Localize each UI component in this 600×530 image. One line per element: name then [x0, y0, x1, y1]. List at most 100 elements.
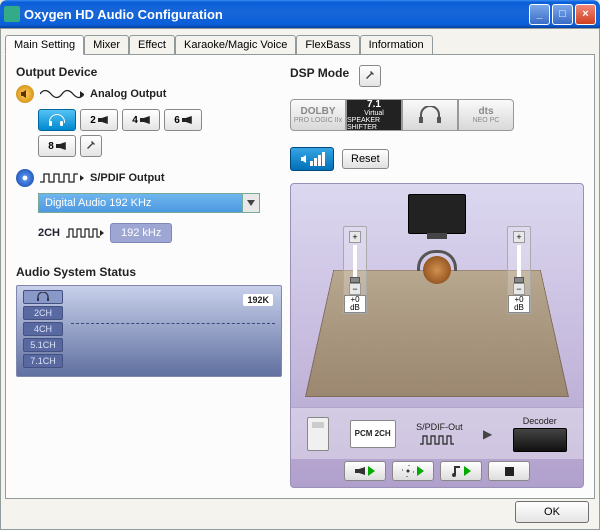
channel-button-row-2: 8 [38, 135, 282, 157]
left-column: Output Device Analog Output 2 4 6 8 [16, 65, 282, 488]
audio-status-section: Audio System Status 2CH 4CH 5.1CH 7.1CH … [16, 265, 282, 377]
minimize-button[interactable]: _ [529, 4, 550, 25]
spdif-select[interactable]: Digital Audio 192 KHz [38, 193, 260, 213]
chain-spdif-out: S/PDIF-Out [416, 422, 463, 446]
status-left-labels: 2CH 4CH 5.1CH 7.1CH [23, 290, 63, 372]
channel-8-button[interactable]: 8 [38, 135, 76, 157]
headphones-icon [418, 106, 442, 124]
chain-pcm: PCM 2CH [350, 420, 396, 448]
app-icon [4, 6, 20, 22]
hammer-icon [85, 140, 97, 152]
plus-icon[interactable]: + [349, 231, 361, 243]
reset-button[interactable]: Reset [342, 149, 389, 169]
right-channel-slider[interactable]: + − +0dB [507, 226, 531, 314]
ok-button[interactable]: OK [515, 501, 589, 523]
channel-6-button[interactable]: 6 [164, 109, 202, 131]
analog-settings-button[interactable] [80, 135, 102, 157]
slider-track[interactable] [517, 245, 521, 281]
output-device-section: Output Device Analog Output 2 4 6 8 [16, 65, 282, 243]
spdif-channel-badge: 2CH [38, 227, 60, 239]
dsp-settings-button[interactable] [359, 65, 381, 87]
play-icon [464, 466, 471, 476]
stop-icon [505, 467, 514, 476]
square-wave-icon [420, 434, 458, 446]
optical-round-icon [16, 169, 34, 187]
analog-output-row: Analog Output [16, 85, 282, 103]
status-rate-badge: 192K [243, 294, 273, 306]
headphones-icon [49, 114, 65, 126]
audio-status-panel: 2CH 4CH 5.1CH 7.1CH 192K [16, 285, 282, 377]
volume-bars-icon [310, 152, 325, 166]
dsp-title: DSP Mode [290, 66, 349, 80]
play-icon [368, 466, 375, 476]
speaker-icon [355, 467, 365, 475]
left-channel-slider[interactable]: + − +0dB [343, 226, 367, 314]
hammer-icon [364, 70, 376, 82]
tab-flexbass[interactable]: FlexBass [296, 35, 359, 54]
square-wave-icon [40, 171, 84, 185]
spdif-select-value: Digital Audio 192 KHz [38, 193, 242, 213]
slider-thumb[interactable] [350, 277, 360, 283]
maximize-button[interactable]: □ [552, 4, 573, 25]
decoder-label: Decoder [523, 416, 557, 426]
master-volume-button[interactable] [290, 147, 334, 171]
status-dash-line [71, 323, 275, 324]
tab-effect[interactable]: Effect [129, 35, 175, 54]
minus-icon[interactable]: − [349, 283, 361, 295]
spdif-out-label: S/PDIF-Out [416, 422, 463, 432]
square-wave-icon [66, 227, 104, 239]
stop-button[interactable] [488, 461, 530, 481]
slider-track[interactable] [353, 245, 357, 281]
dsp-dts-button[interactable]: dtsNEO PC [458, 99, 514, 131]
dsp-header: DSP Mode [290, 65, 584, 87]
dsp-headphone-button[interactable] [402, 99, 458, 131]
play-surround-button[interactable] [392, 461, 434, 481]
status-headphones-chip [23, 290, 63, 304]
play-music-button[interactable] [440, 461, 482, 481]
playback-controls-row [291, 459, 583, 487]
footer-row: OK [515, 501, 589, 523]
window-title: Oxygen HD Audio Configuration [24, 7, 527, 22]
speaker-icon [182, 116, 192, 124]
status-51ch-chip: 5.1CH [23, 338, 63, 352]
music-note-icon [451, 465, 461, 477]
minus-icon[interactable]: − [513, 283, 525, 295]
play-speakers-button[interactable] [344, 461, 386, 481]
analog-output-label: Analog Output [90, 88, 166, 100]
channel-2-button[interactable]: 2 [80, 109, 118, 131]
dsp-71-virtual-button[interactable]: 7.1VirtualSPEAKER SHIFTER [346, 99, 402, 131]
channel-button-row: 2 4 6 [38, 109, 282, 131]
tab-information[interactable]: Information [360, 35, 433, 54]
close-button[interactable]: × [575, 4, 596, 25]
status-4ch-chip: 4CH [23, 322, 63, 336]
channel-headphones-button[interactable] [38, 109, 76, 131]
reset-row: Reset [290, 147, 584, 171]
tab-karaoke[interactable]: Karaoke/Magic Voice [175, 35, 296, 54]
surround-icon [402, 465, 414, 477]
monitor-icon[interactable] [408, 194, 466, 234]
room-stage: + − +0dB + − +0dB [291, 184, 583, 407]
chevron-down-icon [247, 200, 255, 206]
slider-thumb[interactable] [514, 277, 524, 283]
pcm-box: PCM 2CH [350, 420, 396, 448]
spdif-output-row: S/PDIF Output [16, 169, 282, 187]
spdif-dropdown-button[interactable] [242, 193, 260, 213]
plus-icon[interactable]: + [513, 231, 525, 243]
spdif-info-row: 2CH 192 kHz [38, 223, 282, 243]
spdif-rate-pill: 192 kHz [110, 223, 172, 243]
right-db-readout: +0dB [508, 295, 530, 313]
tab-main-setting[interactable]: Main Setting [5, 35, 84, 55]
channel-4-button[interactable]: 4 [122, 109, 160, 131]
spdif-output-label: S/PDIF Output [90, 172, 165, 184]
title-bar: Oxygen HD Audio Configuration _ □ × [0, 0, 600, 28]
tab-mixer[interactable]: Mixer [84, 35, 129, 54]
dsp-dolby-button[interactable]: DOLBYPRO LOGIC IIx [290, 99, 346, 131]
pc-tower-icon [307, 417, 329, 451]
tab-page-main: Output Device Analog Output 2 4 6 8 [5, 54, 595, 499]
status-2ch-chip: 2CH [23, 306, 63, 320]
speaker-icon [140, 116, 150, 124]
status-71ch-chip: 7.1CH [23, 354, 63, 368]
tab-strip: Main Setting Mixer Effect Karaoke/Magic … [5, 35, 595, 54]
listener-head-icon[interactable] [423, 256, 451, 284]
arrow-right-icon: ▶ [483, 427, 492, 441]
